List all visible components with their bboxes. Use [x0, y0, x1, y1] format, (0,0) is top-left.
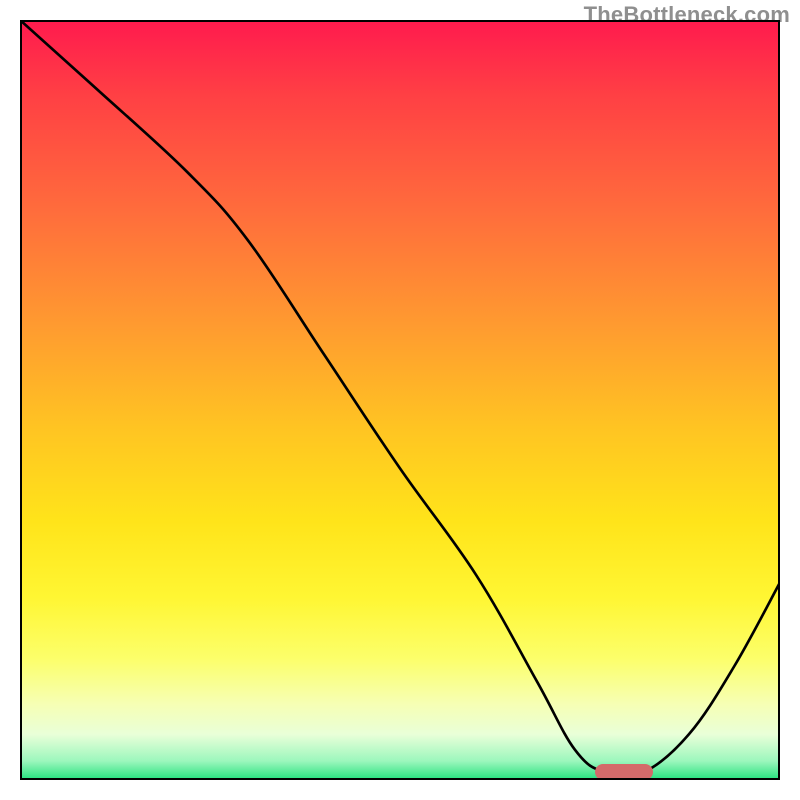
plot-area — [20, 20, 780, 780]
curve-path — [20, 20, 780, 777]
optimal-marker — [595, 764, 653, 780]
chart-root: TheBottleneck.com — [0, 0, 800, 800]
bottleneck-curve — [20, 20, 780, 780]
